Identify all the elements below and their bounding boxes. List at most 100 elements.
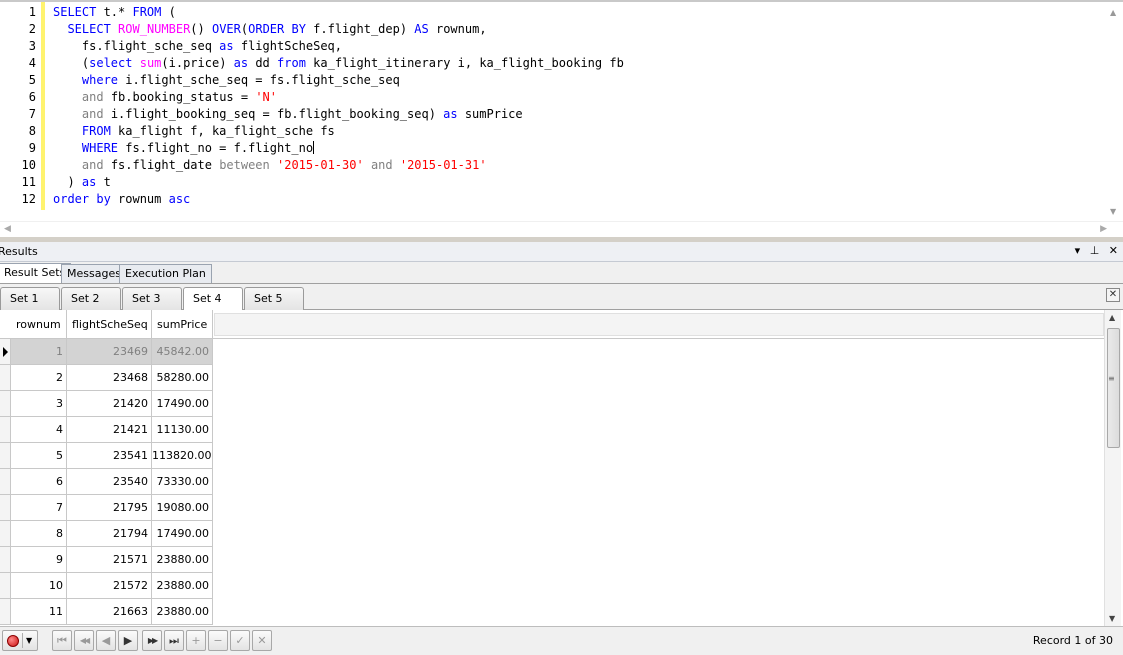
cancel-edit-button[interactable]: ✕: [252, 630, 272, 651]
prev-page-button[interactable]: ◀◀: [74, 630, 94, 651]
cell-rownum[interactable]: 7: [11, 495, 67, 521]
cell-sumprice[interactable]: 23880.00: [152, 573, 213, 599]
scroll-left-icon[interactable]: ◀: [4, 224, 11, 234]
code-line[interactable]: WHERE fs.flight_no = f.flight_no: [53, 140, 1103, 157]
cell-sumprice[interactable]: 113820.00: [152, 443, 213, 469]
row-indicator[interactable]: [0, 573, 11, 599]
column-header-flightscheseq[interactable]: flightScheSeq: [67, 310, 152, 339]
tab-set-5[interactable]: Set 5: [244, 287, 304, 310]
cell-flightscheseq[interactable]: 21572: [67, 573, 152, 599]
cell-sumprice[interactable]: 11130.00: [152, 417, 213, 443]
cell-rownum[interactable]: 11: [11, 599, 67, 625]
table-row[interactable]: 1 23469 45842.00: [0, 339, 214, 365]
tab-set-2[interactable]: Set 2: [61, 287, 121, 310]
cell-flightscheseq[interactable]: 21794: [67, 521, 152, 547]
code-line[interactable]: and i.flight_booking_seq = fb.flight_boo…: [53, 106, 1103, 123]
last-record-button[interactable]: ⏭: [164, 630, 184, 651]
table-row[interactable]: 4 21421 11130.00: [0, 417, 214, 443]
tab-messages[interactable]: Messages: [61, 264, 127, 283]
cell-flightscheseq[interactable]: 21663: [67, 599, 152, 625]
add-record-button[interactable]: +: [186, 630, 206, 651]
cell-rownum[interactable]: 4: [11, 417, 67, 443]
table-row[interactable]: 5 23541 113820.00: [0, 443, 214, 469]
cell-rownum[interactable]: 9: [11, 547, 67, 573]
cell-sumprice[interactable]: 58280.00: [152, 365, 213, 391]
table-row[interactable]: 6 23540 73330.00: [0, 469, 214, 495]
sql-editor[interactable]: 1 2 3 4 5 6 7 8 9 10 11 12 SELECT t.* FROM ( SELECT…: [0, 0, 1123, 237]
code-line[interactable]: fs.flight_sche_seq as flightScheSeq,: [53, 38, 1103, 55]
scroll-down-icon[interactable]: ▼: [1109, 614, 1115, 623]
cell-rownum[interactable]: 3: [11, 391, 67, 417]
code-line[interactable]: and fs.flight_date between '2015-01-30' …: [53, 157, 1103, 174]
tab-execution-plan[interactable]: Execution Plan: [119, 264, 212, 283]
cell-rownum[interactable]: 6: [11, 469, 67, 495]
row-indicator[interactable]: [0, 547, 11, 573]
cell-flightscheseq[interactable]: 21421: [67, 417, 152, 443]
results-grid[interactable]: rownum flightScheSeq sumPrice 1 23469 4584…: [0, 310, 1104, 626]
prev-record-button[interactable]: ◀: [96, 630, 116, 651]
tab-set-1[interactable]: Set 1: [0, 287, 60, 310]
cell-rownum[interactable]: 10: [11, 573, 67, 599]
column-header-sumprice[interactable]: sumPrice: [152, 310, 213, 339]
close-icon[interactable]: ✕: [1106, 288, 1120, 302]
panel-controls[interactable]: ▾ ⊥ ✕: [1075, 244, 1121, 257]
post-edit-button[interactable]: ✓: [230, 630, 250, 651]
code-line[interactable]: (select sum(i.price) as dd from ka_fligh…: [53, 55, 1103, 72]
code-line[interactable]: and fb.booking_status = 'N': [53, 89, 1103, 106]
scroll-right-icon[interactable]: ▶: [1100, 224, 1107, 234]
code-line[interactable]: order by rownum asc: [53, 191, 1103, 208]
cell-rownum[interactable]: 8: [11, 521, 67, 547]
code-line[interactable]: SELECT t.* FROM (: [53, 4, 1103, 21]
column-header-rownum[interactable]: rownum: [11, 310, 67, 339]
tab-set-3[interactable]: Set 3: [122, 287, 182, 310]
code-line[interactable]: ) as t: [53, 174, 1103, 191]
cell-flightscheseq[interactable]: 23468: [67, 365, 152, 391]
record-button[interactable]: ▼: [2, 630, 38, 651]
cell-sumprice[interactable]: 23880.00: [152, 547, 213, 573]
chevron-down-icon[interactable]: ▼: [26, 636, 32, 645]
cell-rownum[interactable]: 5: [11, 443, 67, 469]
cell-flightscheseq[interactable]: 21420: [67, 391, 152, 417]
cell-sumprice[interactable]: 45842.00: [152, 339, 213, 365]
table-row[interactable]: 3 21420 17490.00: [0, 391, 214, 417]
cell-flightscheseq[interactable]: 21795: [67, 495, 152, 521]
table-row[interactable]: 10 21572 23880.00: [0, 573, 214, 599]
code-line[interactable]: SELECT ROW_NUMBER() OVER(ORDER BY f.flig…: [53, 21, 1103, 38]
row-indicator[interactable]: [0, 365, 11, 391]
scroll-up-icon[interactable]: ▲: [1110, 8, 1116, 17]
code-line[interactable]: where i.flight_sche_seq = fs.flight_sche…: [53, 72, 1103, 89]
first-record-button[interactable]: ⏮: [52, 630, 72, 651]
next-page-button[interactable]: ▶▶: [142, 630, 162, 651]
next-record-button[interactable]: ▶: [118, 630, 138, 651]
scrollbar-thumb[interactable]: [1107, 328, 1120, 448]
cell-sumprice[interactable]: 17490.00: [152, 521, 213, 547]
row-indicator[interactable]: [0, 339, 11, 365]
scroll-up-icon[interactable]: ▲: [1109, 313, 1115, 322]
cell-sumprice[interactable]: 23880.00: [152, 599, 213, 625]
table-row[interactable]: 8 21794 17490.00: [0, 521, 214, 547]
row-indicator[interactable]: [0, 469, 11, 495]
cell-flightscheseq[interactable]: 23540: [67, 469, 152, 495]
grid-vertical-scrollbar[interactable]: ▲ ≡ ▼: [1104, 310, 1121, 626]
table-row[interactable]: 11 21663 23880.00: [0, 599, 214, 625]
tab-set-4[interactable]: Set 4: [183, 287, 243, 311]
cell-rownum[interactable]: 2: [11, 365, 67, 391]
code-line[interactable]: FROM ka_flight f, ka_flight_sche fs: [53, 123, 1103, 140]
table-row[interactable]: 7 21795 19080.00: [0, 495, 214, 521]
cell-sumprice[interactable]: 19080.00: [152, 495, 213, 521]
cell-flightscheseq[interactable]: 21571: [67, 547, 152, 573]
row-indicator[interactable]: [0, 521, 11, 547]
row-indicator[interactable]: [0, 599, 11, 625]
cell-sumprice[interactable]: 73330.00: [152, 469, 213, 495]
table-row[interactable]: 2 23468 58280.00: [0, 365, 214, 391]
editor-horizontal-scrollbar[interactable]: ◀ ▶: [0, 221, 1123, 237]
cell-flightscheseq[interactable]: 23541: [67, 443, 152, 469]
table-row[interactable]: 9 21571 23880.00: [0, 547, 214, 573]
cell-rownum[interactable]: 1: [11, 339, 67, 365]
cell-flightscheseq[interactable]: 23469: [67, 339, 152, 365]
delete-record-button[interactable]: −: [208, 630, 228, 651]
row-indicator[interactable]: [0, 417, 11, 443]
scroll-down-icon[interactable]: ▼: [1110, 207, 1116, 216]
row-indicator[interactable]: [0, 495, 11, 521]
sql-code[interactable]: SELECT t.* FROM ( SELECT ROW_NUMBER() OV…: [53, 4, 1103, 208]
